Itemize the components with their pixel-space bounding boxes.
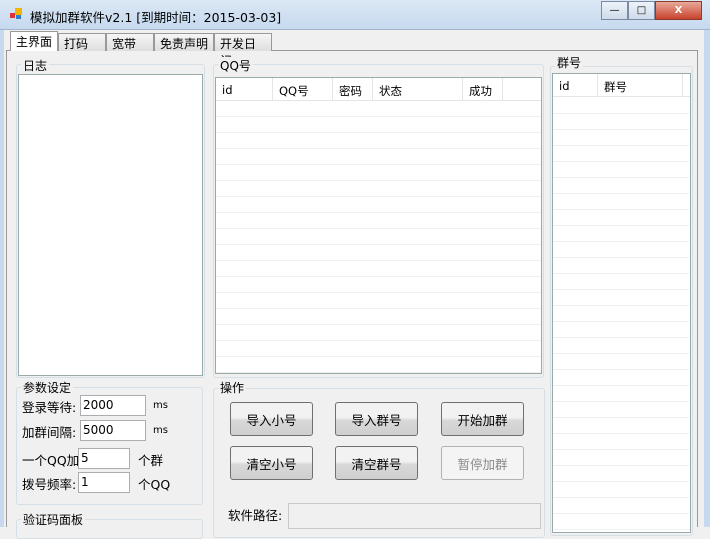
path-input[interactable] — [288, 503, 541, 529]
params-label: 参数设定 — [21, 379, 74, 396]
close-button[interactable]: X — [655, 1, 702, 20]
join-interval-label: 加群间隔: — [22, 425, 77, 440]
groups-list-header: id 群号 — [553, 74, 690, 97]
qq-list-header: id QQ号 密码 状态 成功 — [216, 78, 541, 101]
dial-freq-input[interactable]: 1 — [78, 472, 130, 493]
join-interval-unit: ms — [153, 425, 168, 436]
log-label: 日志 — [21, 57, 50, 74]
groups-list[interactable]: id 群号 — [552, 73, 691, 533]
minimize-button[interactable]: — — [601, 1, 628, 20]
column-group[interactable]: 群号 — [598, 74, 683, 97]
tab-disclaimer[interactable]: 免责声明 — [154, 33, 214, 51]
pause-button[interactable]: 暂停加群 — [441, 446, 524, 480]
column-qq[interactable]: QQ号 — [273, 78, 333, 101]
column-id[interactable]: id — [216, 78, 273, 101]
app-icon — [10, 8, 22, 19]
join-interval-input[interactable]: 5000 — [80, 420, 146, 441]
qq-list[interactable]: id QQ号 密码 状态 成功 — [215, 77, 542, 374]
qq-label: QQ号 — [218, 57, 253, 74]
per-qq-label: 一个QQ加: — [22, 453, 84, 468]
per-qq-unit: 个群 — [138, 453, 164, 468]
login-wait-input[interactable]: 2000 — [80, 395, 146, 416]
column-password[interactable]: 密码 — [333, 78, 373, 101]
column-success[interactable]: 成功 — [463, 78, 503, 101]
login-wait-label: 登录等待: — [22, 400, 77, 415]
dial-freq-unit: 个QQ — [138, 477, 171, 492]
groups-label: 群号 — [555, 54, 584, 71]
path-label: 软件路径: — [228, 508, 283, 523]
tab-captcha[interactable]: 打码 — [58, 33, 106, 51]
tab-main[interactable]: 主界面 — [10, 31, 59, 51]
clear-qq-button[interactable]: 清空小号 — [230, 446, 313, 480]
maximize-button[interactable]: □ — [628, 1, 655, 20]
captcha-label: 验证码面板 — [21, 511, 86, 528]
tab-broadband[interactable]: 宽带 — [106, 33, 154, 51]
import-group-button[interactable]: 导入群号 — [335, 402, 418, 436]
clear-group-button[interactable]: 清空群号 — [335, 446, 418, 480]
dial-freq-label: 拨号频率: — [22, 477, 77, 492]
column-status[interactable]: 状态 — [373, 78, 463, 101]
login-wait-unit: ms — [153, 400, 168, 411]
log-textbox[interactable] — [18, 74, 203, 376]
window-title: 模拟加群软件v2.1 [到期时间：2015-03-03] — [30, 10, 282, 25]
column-id[interactable]: id — [553, 74, 598, 97]
tab-devlog[interactable]: 开发日记 — [214, 33, 272, 68]
ops-label: 操作 — [218, 379, 247, 396]
import-qq-button[interactable]: 导入小号 — [230, 402, 313, 436]
per-qq-input[interactable]: 5 — [78, 448, 130, 469]
start-button[interactable]: 开始加群 — [441, 402, 524, 436]
